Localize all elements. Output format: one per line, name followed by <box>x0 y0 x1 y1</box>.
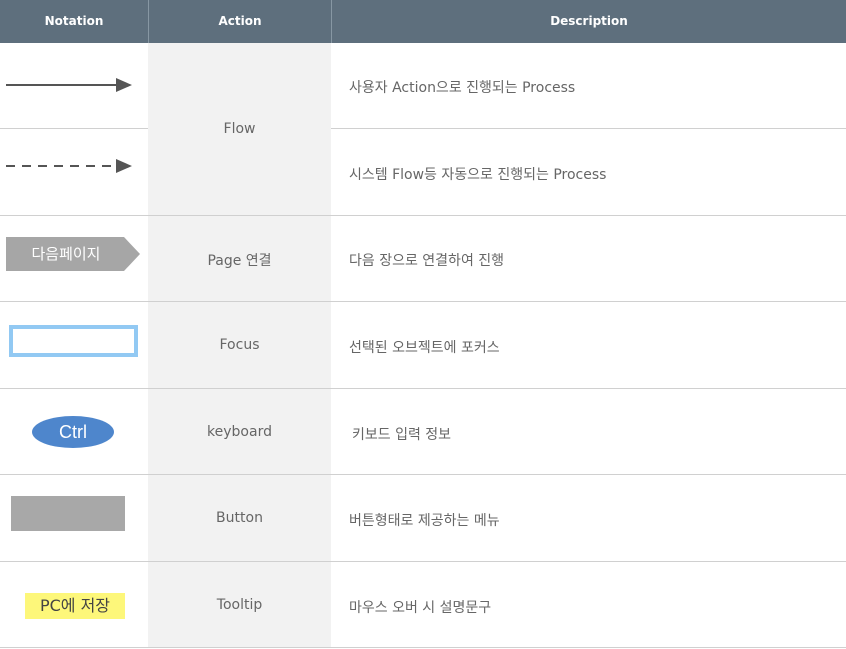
keyboard-key-sample: Ctrl <box>32 416 114 448</box>
header-notation: Notation <box>44 14 104 28</box>
row-divider <box>0 301 846 302</box>
row-divider <box>0 561 846 562</box>
focus-outline-sample <box>9 325 138 357</box>
row-divider <box>0 647 846 648</box>
focus-action-label: Focus <box>219 337 260 353</box>
next-page-tag: 다음페이지 <box>6 237 140 271</box>
button-description: 버튼형태로 제공하는 메뉴 <box>349 513 500 529</box>
focus-description: 선택된 오브젝트에 포커스 <box>349 340 500 356</box>
row-divider <box>331 128 846 129</box>
flow-system-description: 시스템 Flow등 자동으로 진행되는 Process <box>349 167 607 183</box>
row-divider <box>0 215 846 216</box>
flow-user-description: 사용자 Action으로 진행되는 Process <box>349 80 576 96</box>
dashed-arrow-icon <box>6 159 132 173</box>
page-action-label: Page 연결 <box>207 253 272 269</box>
row-divider <box>0 128 148 129</box>
solid-arrow-icon <box>6 78 132 92</box>
row-divider <box>0 388 846 389</box>
notation-legend-table: Notation Action Description 사용자 Action으로… <box>0 0 846 649</box>
page-description: 다음 장으로 연결하여 진행 <box>349 253 505 269</box>
tooltip-action-label: Tooltip <box>216 597 263 613</box>
keyboard-description: 키보드 입력 정보 <box>352 427 452 443</box>
button-sample <box>11 496 125 531</box>
flow-action-label: Flow <box>223 121 256 137</box>
header-description: Description <box>550 14 628 28</box>
tooltip-sample: PC에 저장 <box>25 593 125 619</box>
row-divider <box>0 474 846 475</box>
header-action: Action <box>218 14 262 28</box>
table-header: Notation Action Description <box>0 0 846 43</box>
button-action-label: Button <box>216 510 263 526</box>
next-page-tag-label: 다음페이지 <box>31 245 101 263</box>
keyboard-action-label: keyboard <box>207 424 272 440</box>
tooltip-description: 마우스 오버 시 설명문구 <box>349 600 492 616</box>
